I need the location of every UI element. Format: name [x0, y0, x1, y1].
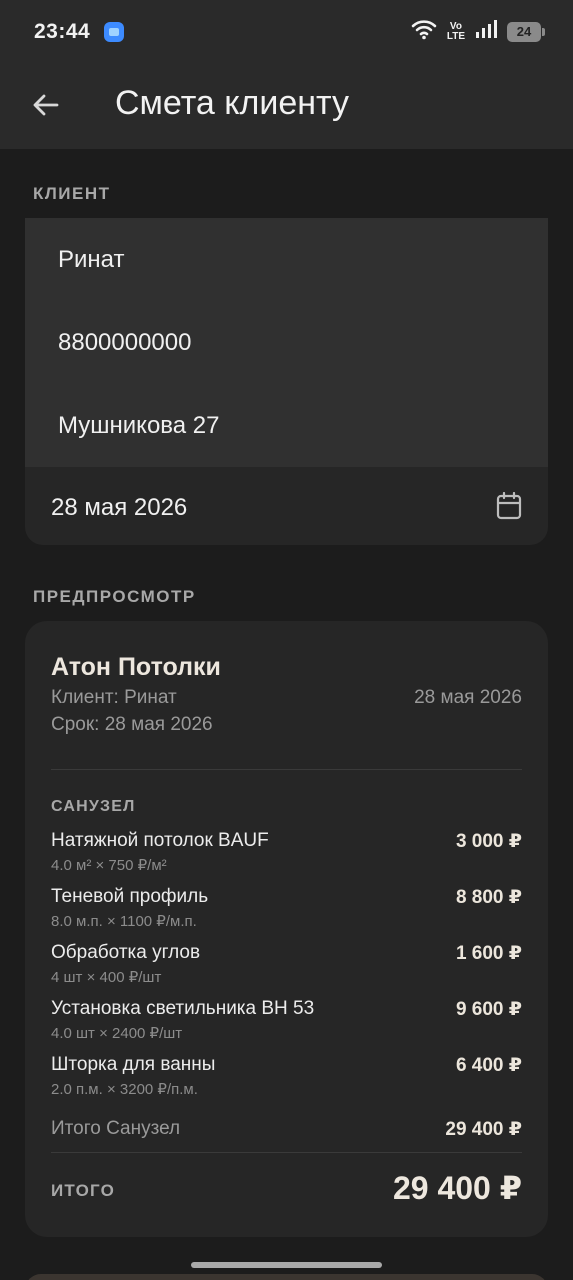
list-item: Обработка углов 4 шт × 400 ₽/шт 1 600 ₽ [51, 942, 522, 994]
item-name: Натяжной потолок BAUF [51, 830, 269, 851]
group-label: САНУЗЕЛ [51, 798, 136, 815]
volte-bottom: LTE [446, 30, 465, 42]
client-phone-field[interactable]: 8800000000 [25, 301, 548, 384]
client-phone-value: 8800000000 [58, 329, 192, 356]
home-indicator[interactable] [191, 1262, 382, 1268]
item-detail: 2.0 п.м. × 3200 ₽/п.м. [51, 1081, 198, 1098]
preview-card: Атон Потолки Клиент: Ринат 28 мая 2026 С… [25, 621, 548, 1237]
client-address-value: Мушникова 27 [58, 412, 220, 439]
list-item: Натяжной потолок BAUF 4.0 м² × 750 ₽/м² … [51, 830, 522, 882]
status-bar: 23:44 Vo LTE 24 [0, 0, 573, 64]
total-value: 29 400 ₽ [392, 1170, 522, 1206]
item-name: Обработка углов [51, 942, 201, 963]
app-notification-icon [104, 22, 124, 42]
item-name: Установка светильника BH 53 [51, 998, 315, 1019]
client-name-field[interactable]: Ринат [25, 218, 548, 301]
subtotal-label: Итого Санузел [51, 1118, 181, 1139]
battery-icon: 24 [507, 21, 545, 42]
item-detail: 4 шт × 400 ₽/шт [51, 969, 162, 986]
client-address-field[interactable]: Мушникова 27 [25, 384, 548, 467]
item-detail: 4.0 м² × 750 ₽/м² [51, 857, 167, 874]
item-price: 6 400 ₽ [455, 1055, 522, 1076]
total-label: ИТОГО [51, 1181, 116, 1200]
divider [51, 1152, 522, 1153]
status-icons: Vo LTE 24 [411, 18, 545, 45]
company-name: Атон Потолки [51, 653, 221, 681]
list-item: Теневой профиль 8.0 м.п. × 1100 ₽/м.п. 8… [51, 886, 522, 938]
list-item: Установка светильника BH 53 4.0 шт × 240… [51, 998, 522, 1050]
item-price: 3 000 ₽ [455, 831, 522, 852]
date-value: 28 мая 2026 [51, 494, 188, 521]
item-name: Шторка для ванны [51, 1054, 216, 1075]
preview-section-label: ПРЕДПРОСМОТР [33, 587, 196, 606]
bottom-action-button[interactable] [25, 1274, 548, 1280]
preview-date: 28 мая 2026 [414, 687, 522, 708]
arrow-left-icon[interactable] [26, 86, 64, 124]
item-price: 1 600 ₽ [455, 943, 522, 964]
page-title: Смета клиенту [115, 84, 349, 122]
app-bar: Смета клиенту [0, 64, 573, 149]
preview-client-line: Клиент: Ринат [51, 687, 177, 708]
status-time: 23:44 [34, 20, 91, 43]
list-item: Шторка для ванны 2.0 п.м. × 3200 ₽/п.м. … [51, 1054, 522, 1106]
divider [51, 769, 522, 770]
wifi-icon [411, 18, 437, 45]
date-picker-row[interactable]: 28 мая 2026 [25, 467, 548, 545]
client-card: Ринат 8800000000 Мушникова 27 28 мая 202… [25, 218, 548, 545]
item-name: Теневой профиль [51, 886, 209, 907]
preview-deadline-line: Срок: 28 мая 2026 [51, 714, 213, 735]
item-detail: 4.0 шт × 2400 ₽/шт [51, 1025, 183, 1042]
client-name-value: Ринат [58, 246, 125, 273]
item-price: 8 800 ₽ [455, 887, 522, 908]
signal-icon [475, 19, 497, 44]
calendar-icon[interactable] [496, 491, 522, 520]
item-price: 9 600 ₽ [455, 999, 522, 1020]
client-section-label: КЛИЕНТ [33, 184, 111, 203]
subtotal-value: 29 400 ₽ [445, 1119, 522, 1140]
item-detail: 8.0 м.п. × 1100 ₽/м.п. [51, 913, 197, 930]
volte-indicator: Vo LTE [446, 21, 465, 42]
